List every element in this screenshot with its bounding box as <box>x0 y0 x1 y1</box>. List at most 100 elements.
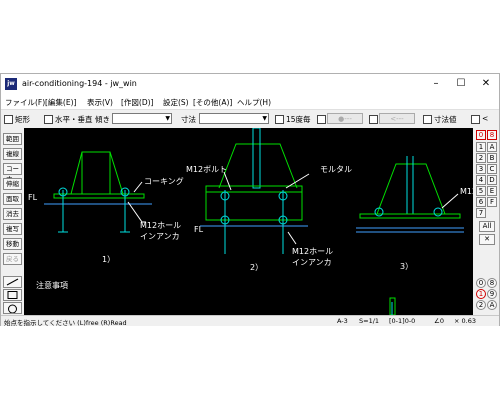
circle-tool[interactable] <box>3 302 22 314</box>
lt-label: < <box>482 114 489 123</box>
menu-edit[interactable]: [編集(E)] <box>45 97 76 108</box>
arrow-checkbox[interactable] <box>369 115 378 124</box>
layer-7[interactable]: 7 <box>476 208 486 218</box>
layer-4[interactable]: 4 <box>476 175 486 185</box>
rect-tool[interactable] <box>3 289 22 301</box>
option-toolbar: 矩形 水平・垂直 傾き ▼ 寸法 ▼ 15度毎 ●--- <--- 寸法値 < <box>1 110 499 128</box>
base-plate-3 <box>359 213 461 219</box>
layer-e[interactable]: E <box>487 186 497 196</box>
bolt-shaft <box>252 128 261 189</box>
tool-move[interactable]: 移動 <box>3 238 22 250</box>
tool-range[interactable]: 範囲 <box>3 133 22 145</box>
figure-3: M12 3） <box>356 156 473 271</box>
angle-indicator[interactable]: ∠0 <box>434 317 444 325</box>
layer-f[interactable]: F <box>487 197 497 207</box>
maximize-button[interactable]: ☐ <box>450 76 472 92</box>
label-m12-bolt: M12ボルト <box>186 165 227 174</box>
label-fig-3: 3） <box>400 262 413 271</box>
deg15-checkbox[interactable] <box>275 115 284 124</box>
label-fig-2: 2） <box>250 263 263 272</box>
label-bottom-note: 注意事項 <box>36 280 68 290</box>
layer-2[interactable]: 2 <box>476 153 486 163</box>
group-8[interactable]: 8 <box>487 278 497 288</box>
layer-5[interactable]: 5 <box>476 186 486 196</box>
layer-group-8[interactable]: 8 <box>487 130 497 140</box>
tool-undo[interactable]: 戻る <box>3 253 22 265</box>
paper-size[interactable]: A-3 <box>337 317 348 325</box>
label-caulking: コーキング <box>144 176 184 186</box>
leader-line <box>223 171 232 191</box>
group-0[interactable]: 0 <box>476 278 486 288</box>
menu-draw[interactable]: [作図(D)] <box>121 97 153 108</box>
layer-indicator[interactable]: [0-1]0-0 <box>389 317 415 325</box>
arrow-button[interactable]: <--- <box>379 113 415 124</box>
tool-offset[interactable]: 複線 <box>3 148 22 160</box>
layer-d[interactable]: D <box>487 175 497 185</box>
menu-help[interactable]: ヘルプ(H) <box>237 97 271 108</box>
leader-line <box>441 193 459 209</box>
bracket-2 <box>218 143 298 189</box>
status-message: 始点を指示してください (L)free (R)Read <box>4 319 127 327</box>
status-bar: 始点を指示してください (L)free (R)Read A-3 S=1/1 [0… <box>1 315 499 327</box>
menu-settings[interactable]: 設定(S) <box>163 97 189 108</box>
layer-1[interactable]: 1 <box>476 142 486 152</box>
dim-combo[interactable]: ▼ <box>199 113 269 124</box>
cad-drawing: FL コーキング M12ホール インアンカ 1） M12ボルト モルタル FL … <box>28 128 473 315</box>
scale-indicator[interactable]: S=1/1 <box>359 317 379 325</box>
rect-label: 矩形 <box>15 115 30 124</box>
label-anchor: インアンカ <box>140 232 180 241</box>
horiz-vert-label: 水平・垂直 <box>55 115 93 124</box>
tool-erase[interactable]: 消去 <box>3 208 22 220</box>
title-bar: jw air-conditioning-194 - jw_win – ☐ ✕ <box>1 74 499 94</box>
layer-6[interactable]: 6 <box>476 197 486 207</box>
lt-checkbox[interactable] <box>471 115 480 124</box>
menu-view[interactable]: 表示(V) <box>87 97 113 108</box>
layer-all-button[interactable]: All <box>479 221 495 232</box>
label-m12-right: M12 <box>460 187 473 196</box>
menu-file[interactable]: ファイル(F) <box>5 97 45 108</box>
group-a[interactable]: A <box>487 300 497 310</box>
circle-button[interactable]: ●--- <box>327 113 363 124</box>
circle-icon <box>8 304 17 314</box>
leader-line <box>127 201 146 223</box>
horiz-vert-checkbox[interactable] <box>44 115 53 124</box>
tilt-combo[interactable]: ▼ <box>112 113 172 124</box>
tool-chamfer[interactable]: 面取 <box>3 193 22 205</box>
layer-3[interactable]: 3 <box>476 164 486 174</box>
tool-copy[interactable]: 複写 <box>3 223 22 235</box>
layer-group-0[interactable]: 0 <box>476 130 486 140</box>
app-icon: jw <box>5 78 17 90</box>
group-1[interactable]: 1 <box>476 289 486 299</box>
figure-1: FL コーキング M12ホール インアンカ 1） <box>28 151 184 264</box>
deg15-label: 15度毎 <box>286 115 311 124</box>
label-mortar: モルタル <box>320 165 352 174</box>
label-m12-hole-2: M12ホール <box>292 247 333 256</box>
rect-checkbox[interactable] <box>4 115 13 124</box>
bracket-3 <box>376 163 446 215</box>
close-button[interactable]: ✕ <box>475 76 497 92</box>
dim-value-label: 寸法値 <box>434 115 457 124</box>
menu-other[interactable]: [その他(A)] <box>193 97 232 108</box>
right-toolbar: 0 8 1 2 3 4 5 6 7 A B C D E F All ✕ 0 8 … <box>474 128 499 314</box>
minimize-button[interactable]: – <box>425 76 447 92</box>
leader-line <box>133 181 143 193</box>
dim-value-checkbox[interactable] <box>423 115 432 124</box>
group-9[interactable]: 9 <box>487 289 497 299</box>
layer-toggle-button[interactable]: ✕ <box>479 234 495 245</box>
layer-c[interactable]: C <box>487 164 497 174</box>
tool-extend[interactable]: 伸縮 <box>3 178 22 190</box>
group-2[interactable]: 2 <box>476 300 486 310</box>
label-m12-hole: M12ホール <box>140 221 181 230</box>
tilt-label: 傾き <box>95 115 110 124</box>
circle-checkbox[interactable] <box>317 115 326 124</box>
zoom-indicator[interactable]: × 0.63 <box>454 317 476 325</box>
layer-a[interactable]: A <box>487 142 497 152</box>
drawing-canvas[interactable]: FL コーキング M12ホール インアンカ 1） M12ボルト モルタル FL … <box>24 128 473 315</box>
window-title: air-conditioning-194 - jw_win <box>22 79 137 88</box>
line-tool[interactable] <box>3 276 22 288</box>
bolt-head <box>433 207 443 217</box>
label-fl-1: FL <box>28 193 38 202</box>
line-icon <box>6 278 19 286</box>
layer-b[interactable]: B <box>487 153 497 163</box>
tool-corner[interactable]: コーナー <box>3 163 22 183</box>
